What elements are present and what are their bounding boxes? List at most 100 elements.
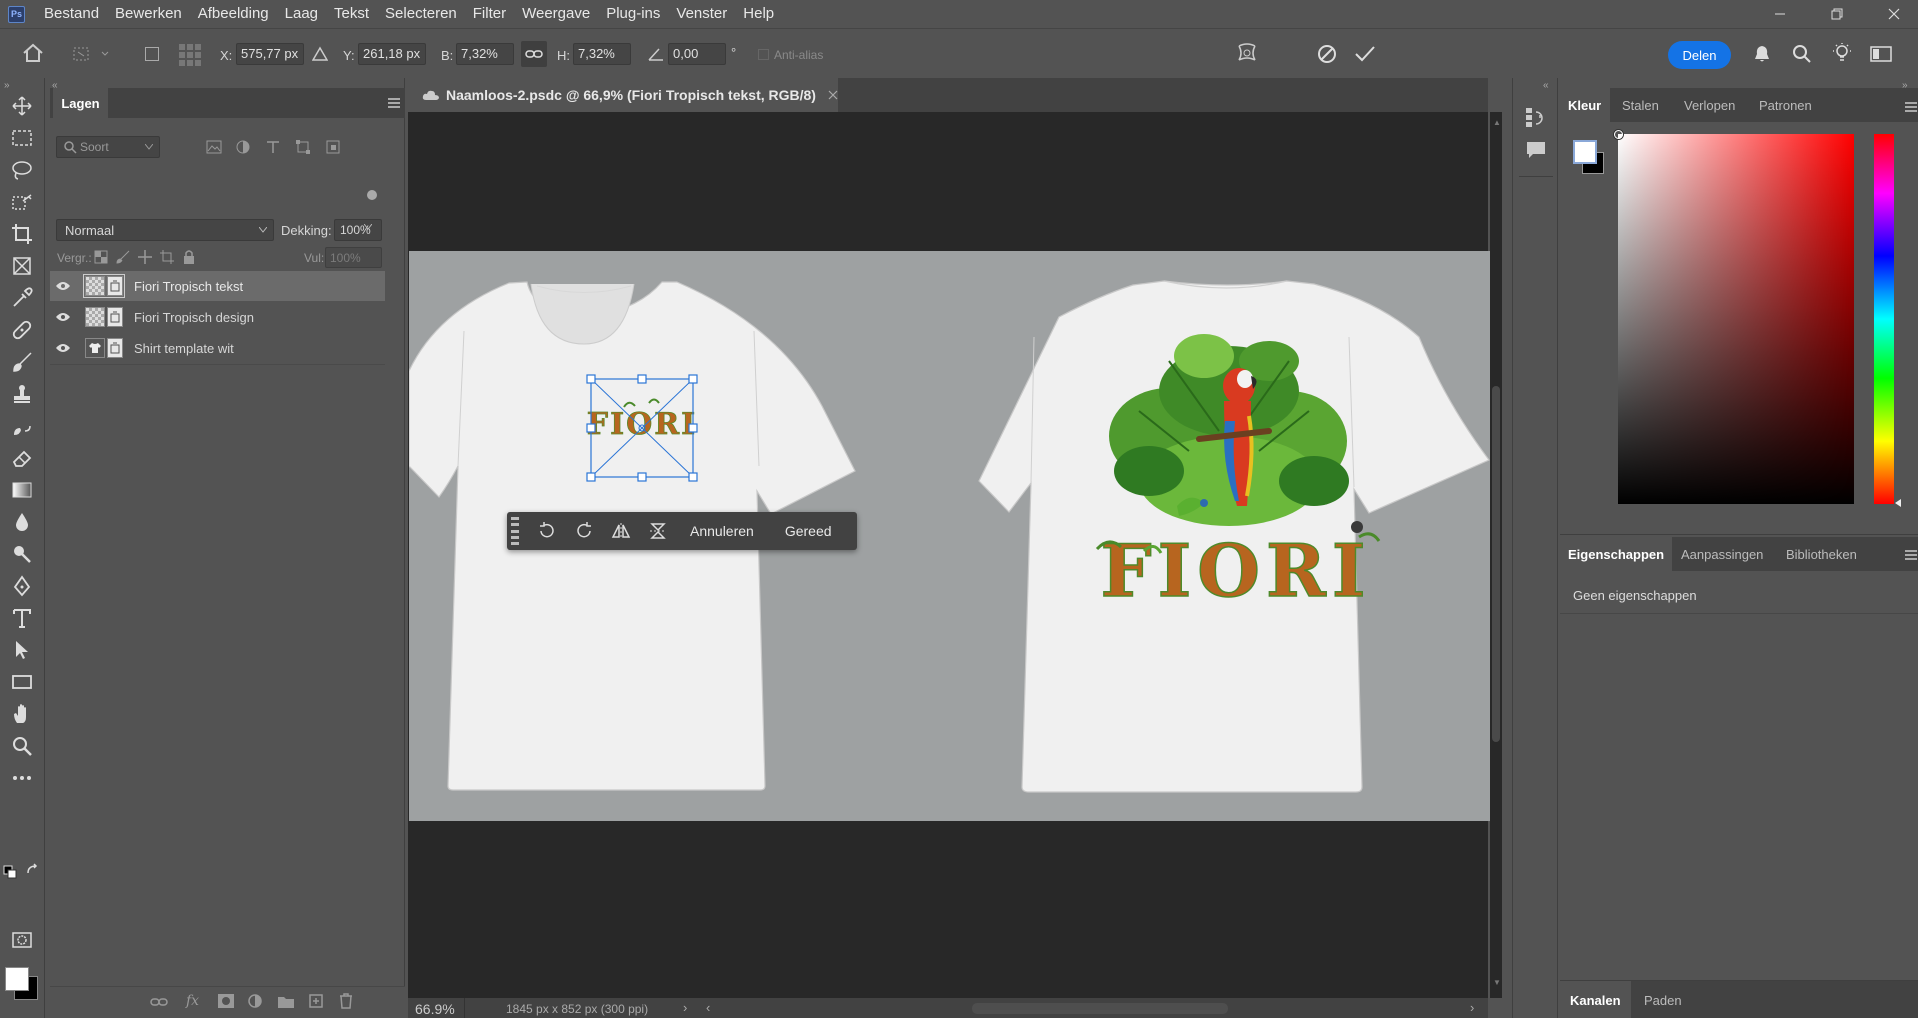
notifications-button[interactable] xyxy=(1752,44,1772,64)
tab-kleur[interactable]: Kleur xyxy=(1560,88,1610,122)
scroll-down-icon[interactable]: ▼ xyxy=(1493,978,1501,987)
warp-mode-button[interactable] xyxy=(1236,41,1258,65)
menu-laag[interactable]: Laag xyxy=(277,0,326,28)
hand-tool[interactable] xyxy=(8,700,36,728)
properties-panel-menu[interactable] xyxy=(1905,550,1917,560)
antialias-checkbox[interactable] xyxy=(758,49,769,60)
done-transform-button[interactable]: Gereed xyxy=(785,523,832,539)
menu-bestand[interactable]: Bestand xyxy=(36,0,107,28)
type-tool[interactable] xyxy=(8,604,36,632)
filter-shape-icon[interactable] xyxy=(296,140,310,154)
eyedropper-tool[interactable] xyxy=(8,284,36,312)
color-field-picker[interactable] xyxy=(1618,134,1854,504)
reference-point-checkbox[interactable] xyxy=(145,47,159,61)
foreground-color-swatch[interactable] xyxy=(1573,140,1597,164)
flip-vertical-button[interactable] xyxy=(648,521,668,541)
layer-filter-dropdown[interactable]: Soort xyxy=(56,136,160,158)
default-colors-button[interactable] xyxy=(3,865,17,879)
tab-kanalen[interactable]: Kanalen xyxy=(1560,981,1631,1018)
history-panel-button[interactable] xyxy=(1525,106,1547,128)
history-brush-tool[interactable] xyxy=(8,412,36,440)
filter-adjustment-icon[interactable] xyxy=(236,140,250,154)
tab-patronen[interactable]: Patronen xyxy=(1759,88,1812,122)
filter-pixel-icon[interactable] xyxy=(206,140,222,154)
eraser-tool[interactable] xyxy=(8,444,36,472)
menu-plugins[interactable]: Plug-ins xyxy=(598,0,668,28)
filter-smart-object-icon[interactable] xyxy=(326,140,340,154)
lock-pixels-icon[interactable] xyxy=(116,250,130,264)
quick-mask-button[interactable] xyxy=(8,926,36,954)
width-field[interactable]: 7,32% xyxy=(456,43,514,65)
tab-paden[interactable]: Paden xyxy=(1644,981,1682,1018)
delete-layer-icon[interactable] xyxy=(339,993,353,1009)
tab-aanpassingen[interactable]: Aanpassingen xyxy=(1681,537,1763,571)
frame-tool[interactable] xyxy=(8,252,36,280)
vertical-scrollbar[interactable]: ▲ ▼ xyxy=(1490,112,1502,998)
cancel-transform-text-button[interactable]: Annuleren xyxy=(690,523,754,539)
opacity-field[interactable]: 100% xyxy=(334,219,382,241)
zoom-level[interactable]: 66.9% xyxy=(415,1001,455,1017)
marquee-tool[interactable] xyxy=(8,124,36,152)
clone-stamp-tool[interactable] xyxy=(8,380,36,408)
commit-transform-button[interactable] xyxy=(1354,43,1376,65)
discover-button[interactable] xyxy=(1831,42,1853,64)
flip-horizontal-button[interactable] xyxy=(611,521,631,541)
tab-eigenschappen[interactable]: Eigenschappen xyxy=(1560,537,1673,571)
lock-position-icon[interactable] xyxy=(138,250,152,264)
add-mask-icon[interactable] xyxy=(218,994,234,1008)
move-tool[interactable] xyxy=(8,92,36,120)
comments-panel-button[interactable] xyxy=(1525,140,1547,160)
transform-tool-preset[interactable] xyxy=(72,43,122,65)
minimize-button[interactable] xyxy=(1757,0,1802,28)
filter-type-icon[interactable] xyxy=(266,140,280,154)
menu-afbeelding[interactable]: Afbeelding xyxy=(190,0,277,28)
rotate-right-button[interactable] xyxy=(574,521,594,541)
scroll-left-icon[interactable]: ‹ xyxy=(706,1000,710,1015)
color-panel-menu[interactable] xyxy=(1905,102,1917,112)
brush-tool[interactable] xyxy=(8,348,36,376)
document-tab[interactable]: Naamloos-2.psdc @ 66,9% (Fiori Tropisch … xyxy=(408,78,838,112)
menu-selecteren[interactable]: Selecteren xyxy=(377,0,465,28)
scroll-up-icon[interactable]: ▲ xyxy=(1493,118,1501,127)
cancel-transform-button[interactable] xyxy=(1316,43,1338,65)
path-selection-tool[interactable] xyxy=(8,636,36,664)
hue-slider[interactable] xyxy=(1874,134,1894,504)
menu-tekst[interactable]: Tekst xyxy=(326,0,377,28)
adjustment-layer-icon[interactable] xyxy=(248,994,262,1008)
vertical-scroll-thumb[interactable] xyxy=(1492,386,1500,742)
lasso-tool[interactable] xyxy=(8,156,36,184)
blend-mode-dropdown[interactable]: Normaal xyxy=(56,219,274,241)
restore-button[interactable] xyxy=(1814,0,1859,28)
crop-tool[interactable] xyxy=(8,220,36,248)
workspace-button[interactable] xyxy=(1870,44,1892,64)
blur-tool[interactable] xyxy=(8,508,36,536)
reference-point-grid-icon[interactable] xyxy=(178,43,202,67)
document-info[interactable]: 1845 px x 852 px (300 ppi) xyxy=(506,1002,648,1016)
swap-colors-button[interactable] xyxy=(26,863,40,877)
layers-panel-menu[interactable] xyxy=(388,98,400,108)
dodge-tool[interactable] xyxy=(8,540,36,568)
fill-field[interactable]: 100% xyxy=(325,247,382,268)
lock-transparency-icon[interactable] xyxy=(94,250,108,264)
lock-all-icon[interactable] xyxy=(182,249,196,265)
layer-row-shirt-template-wit[interactable]: Shirt template wit xyxy=(50,333,385,363)
horizontal-scroll-thumb[interactable] xyxy=(972,1003,1228,1014)
share-button[interactable]: Delen xyxy=(1668,41,1731,69)
lock-artboard-icon[interactable] xyxy=(160,250,174,264)
object-selection-tool[interactable] xyxy=(8,188,36,216)
new-layer-icon[interactable] xyxy=(309,994,323,1008)
y-position-field[interactable]: 261,18 px xyxy=(358,43,426,65)
layer-style-fx-icon[interactable]: fx xyxy=(186,993,199,1009)
drag-handle-icon[interactable] xyxy=(511,517,519,545)
menu-weergave[interactable]: Weergave xyxy=(514,0,598,28)
filter-toggle[interactable] xyxy=(367,190,377,200)
menu-venster[interactable]: Venster xyxy=(668,0,735,28)
rotation-angle-field[interactable]: 0,00 xyxy=(668,43,726,65)
pen-tool[interactable] xyxy=(8,572,36,600)
link-layers-icon[interactable] xyxy=(150,996,168,1008)
menu-help[interactable]: Help xyxy=(735,0,782,28)
menu-filter[interactable]: Filter xyxy=(465,0,514,28)
rectangle-tool[interactable] xyxy=(8,668,36,696)
layer-row-fiori-tropisch-tekst[interactable]: Fiori Tropisch tekst xyxy=(50,271,385,301)
layer-row-fiori-tropisch-design[interactable]: Fiori Tropisch design xyxy=(50,302,385,332)
